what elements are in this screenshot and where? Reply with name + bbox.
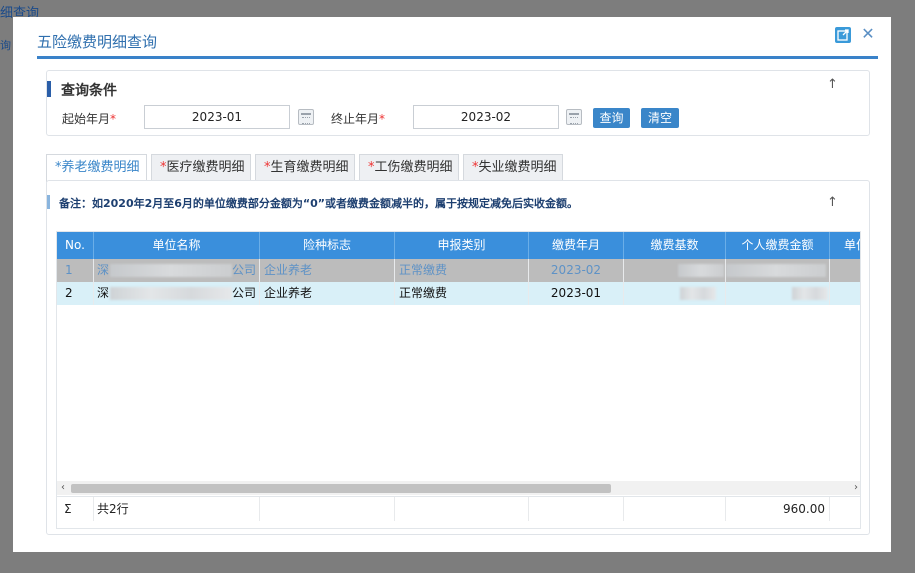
col-company[interactable]: 单位名称 [94,232,260,259]
start-month-label-text: 起始年月 [62,112,111,126]
end-month-label: 终止年月* [331,110,385,127]
tab-label: 失业缴费明细 [478,160,557,175]
sum-empty [395,497,529,521]
tab-medical[interactable]: *医疗缴费明细 [151,154,251,180]
end-month-label-text: 终止年月 [331,112,380,126]
row-company: 深 公司 [94,282,260,305]
scroll-right-icon[interactable]: › [850,481,860,495]
tab-maternity[interactable]: *生育缴费明细 [255,154,355,180]
row-no: 1 [57,259,94,282]
note-marker [47,195,50,209]
pension-table: No. 单位名称 险种标志 申报类别 缴费年月 缴费基数 个人缴费金额 单位 1… [56,231,861,529]
col-declare-category[interactable]: 申报类别 [395,232,529,259]
background-page-label: 询 [0,39,11,52]
company-suffix: 公司 [232,263,257,277]
col-pay-base[interactable]: 缴费基数 [624,232,726,259]
row-insurance-type: 企业养老 [260,282,395,305]
row-pay-month: 2023-02 [529,259,624,282]
search-button[interactable]: 查询 [593,108,630,128]
tab-unemployment[interactable]: *失业缴费明细 [463,154,563,180]
tab-label: 工伤缴费明细 [374,160,453,175]
collapse-icon[interactable]: ↑ [827,195,838,210]
row-pay-base [624,282,726,305]
row-pay-base [624,259,726,282]
redacted-text [110,287,232,300]
horizontal-scrollbar[interactable]: ‹ › [57,481,860,495]
row-insurance-type: 企业养老 [260,259,395,282]
summary-row: Σ 共2行 960.00 [57,496,860,521]
redacted-text [678,264,724,277]
required-mark: * [110,112,117,126]
required-mark: * [379,112,386,126]
redacted-text [726,264,826,277]
row-declare-category: 正常缴费 [395,259,529,282]
scrollbar-thumb[interactable] [71,484,611,493]
company-suffix: 公司 [232,286,257,300]
sum-symbol: Σ [57,497,94,521]
redacted-text [110,264,232,277]
company-prefix: 深 [97,286,110,300]
company-prefix: 深 [97,263,110,277]
calendar-icon[interactable] [566,109,582,125]
collapse-icon[interactable]: ↑ [827,77,838,92]
redacted-text [792,287,828,300]
external-link-icon[interactable] [835,27,851,43]
table-header: No. 单位名称 险种标志 申报类别 缴费年月 缴费基数 个人缴费金额 单位 [57,232,860,259]
tab-label: 生育缴费明细 [270,160,349,175]
pension-detail-panel: 备注：如2020年2月至6月的单位缴费部分金额为“0”或者缴费金额减半的，属于按… [46,180,870,535]
sum-empty [624,497,726,521]
row-count: 共2行 [94,497,260,521]
row-personal-amount [726,282,830,305]
table-row[interactable]: 1 深 公司 企业养老 正常缴费 2023-02 [57,259,860,282]
redacted-text [680,287,716,300]
clear-button[interactable]: 清空 [641,108,679,128]
calendar-icon[interactable] [298,109,314,125]
col-no[interactable]: No. [57,232,94,259]
col-unit[interactable]: 单位 [830,232,860,259]
five-insurance-dialog: 五险缴费明细查询 ✕ 查询条件 ↑ 起始年月* 2023-01 终止年月* 20… [13,17,891,552]
sum-empty [260,497,395,521]
tab-pension[interactable]: *养老缴费明细 [46,154,147,182]
section-marker [47,81,51,97]
personal-amount-total: 960.00 [726,497,830,521]
title-divider [37,56,878,59]
tab-label: 医疗缴费明细 [166,160,245,175]
row-personal-amount [726,259,830,282]
start-month-label: 起始年月* [62,110,116,127]
remark-note: 备注：如2020年2月至6月的单位缴费部分金额为“0”或者缴费金额减半的，属于按… [59,197,579,210]
col-insurance-type[interactable]: 险种标志 [260,232,395,259]
tab-label: 养老缴费明细 [61,160,140,175]
row-company: 深 公司 [94,259,260,282]
sum-empty [529,497,624,521]
row-no: 2 [57,282,94,305]
query-panel: 查询条件 ↑ 起始年月* 2023-01 终止年月* 2023-02 查询 清空 [46,70,870,136]
scroll-left-icon[interactable]: ‹ [57,481,69,495]
row-unit-amount [830,282,860,305]
dialog-title: 五险缴费明细查询 [37,33,158,51]
close-icon[interactable]: ✕ [860,25,876,43]
row-pay-month: 2023-01 [529,282,624,305]
end-month-input[interactable]: 2023-02 [413,105,559,129]
row-declare-category: 正常缴费 [395,282,529,305]
tab-injury[interactable]: *工伤缴费明细 [359,154,459,180]
row-unit-amount [830,259,860,282]
query-section-title: 查询条件 [61,83,117,99]
start-month-input[interactable]: 2023-01 [144,105,290,129]
col-personal-amount[interactable]: 个人缴费金额 [726,232,830,259]
col-pay-month[interactable]: 缴费年月 [529,232,624,259]
table-row[interactable]: 2 深 公司 企业养老 正常缴费 2023-01 [57,282,860,305]
